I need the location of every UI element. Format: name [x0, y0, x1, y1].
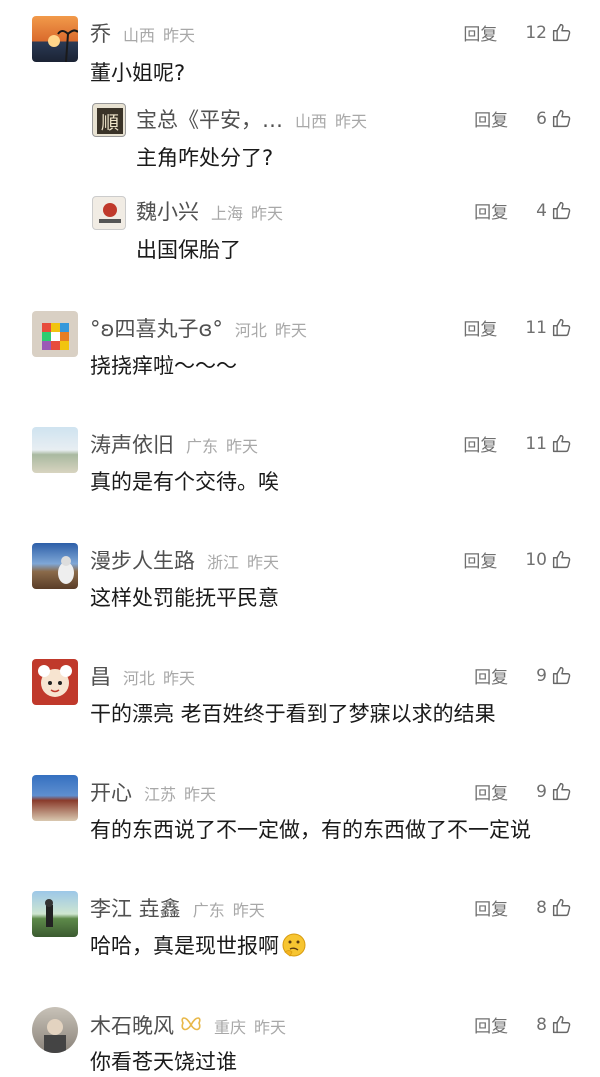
like-count: 6	[536, 108, 547, 129]
avatar[interactable]	[32, 543, 78, 589]
avatar[interactable]	[32, 891, 78, 937]
comment-text: 真的是有个交待。唉	[90, 470, 279, 494]
reply-button[interactable]: 回复	[474, 106, 508, 131]
username[interactable]: 漫步人生路	[90, 545, 195, 575]
timestamp: 昨天	[184, 785, 217, 804]
reply-button[interactable]: 回复	[463, 547, 497, 572]
comment-text: 这样处罚能抚平民意	[90, 586, 279, 610]
comment-header: 乔 山西 昨天	[90, 18, 195, 48]
comment-text-body: 哈哈，真是现世报啊	[90, 934, 279, 958]
butterfly-icon	[181, 1017, 201, 1031]
thumbs-up-icon[interactable]	[551, 549, 572, 570]
region-label: 重庆	[214, 1018, 247, 1037]
region-label: 江苏	[144, 785, 177, 804]
region-label: 山西	[295, 112, 328, 131]
username[interactable]: 魏小兴	[136, 196, 199, 226]
username[interactable]: 宝总《平安，…	[136, 104, 283, 134]
comment-text: 董小姐呢?	[90, 61, 186, 85]
reply-button[interactable]: 回复	[474, 779, 508, 804]
svg-text:順: 順	[101, 113, 119, 134]
reply-button[interactable]: 回复	[474, 1012, 508, 1037]
reply-button[interactable]: 回复	[474, 895, 508, 920]
reply-button[interactable]: 回复	[463, 20, 497, 45]
reply-button[interactable]: 回复	[474, 663, 508, 688]
username[interactable]: 昌	[90, 661, 111, 691]
thumbs-up-icon[interactable]	[551, 433, 572, 454]
comment-text: 挠挠痒啦～～～	[90, 354, 237, 378]
avatar[interactable]	[32, 775, 78, 821]
region-label: 上海	[211, 204, 244, 223]
like-count: 9	[536, 781, 547, 802]
username[interactable]: 木石晚风	[90, 1010, 174, 1040]
thumbs-up-icon[interactable]	[551, 108, 572, 129]
like-count: 10	[525, 549, 547, 570]
timestamp: 昨天	[226, 437, 259, 456]
timestamp: 昨天	[232, 901, 265, 920]
comment-text: 主角咋处分了?	[136, 146, 274, 170]
region-label: 广东	[186, 437, 219, 456]
timestamp: 昨天	[251, 204, 284, 223]
region-label: 河北	[234, 321, 267, 340]
region-label: 山西	[123, 26, 156, 45]
timestamp: 昨天	[163, 669, 196, 688]
timestamp: 昨天	[335, 112, 368, 131]
reply-button[interactable]: 回复	[463, 431, 497, 456]
avatar[interactable]: 順	[92, 103, 126, 137]
avatar[interactable]	[32, 427, 78, 473]
reply-button[interactable]: 回复	[463, 315, 497, 340]
username[interactable]: 李江 垚鑫	[90, 893, 181, 923]
thumbs-up-icon[interactable]	[551, 1014, 572, 1035]
comment-text: 出国保胎了	[136, 238, 241, 262]
comment-text: 你看苍天饶过谁	[90, 1050, 237, 1074]
thumbs-up-icon[interactable]	[551, 781, 572, 802]
like-count: 11	[525, 433, 547, 454]
thinking-face-icon	[282, 933, 306, 957]
like-count: 4	[536, 200, 547, 221]
thumbs-up-icon[interactable]	[551, 665, 572, 686]
avatar[interactable]	[32, 1007, 78, 1053]
like-count: 8	[536, 1014, 547, 1035]
reply-button[interactable]: 回复	[474, 198, 508, 223]
like-count: 12	[525, 22, 547, 43]
username[interactable]: °ʚ四喜丸子ɞ°	[90, 313, 223, 343]
thumbs-up-icon[interactable]	[551, 897, 572, 918]
thumbs-up-icon[interactable]	[551, 317, 572, 338]
timestamp: 昨天	[247, 553, 280, 572]
avatar[interactable]	[32, 16, 78, 62]
like-count: 9	[536, 665, 547, 686]
timestamp: 昨天	[274, 321, 307, 340]
region-label: 浙江	[207, 553, 240, 572]
avatar[interactable]	[92, 196, 126, 230]
thumbs-up-icon[interactable]	[551, 22, 572, 43]
comment-text: 哈哈，真是现世报啊	[90, 930, 307, 960]
comment-text: 干的漂亮 老百姓终于看到了梦寐以求的结果	[90, 702, 496, 726]
like-count: 8	[536, 897, 547, 918]
region-label: 河北	[123, 669, 156, 688]
like-count: 11	[525, 317, 547, 338]
avatar[interactable]	[32, 659, 78, 705]
timestamp: 昨天	[254, 1018, 287, 1037]
avatar[interactable]	[32, 311, 78, 357]
thumbs-up-icon[interactable]	[551, 200, 572, 221]
username[interactable]: 开心	[90, 777, 132, 807]
region-label: 广东	[192, 901, 225, 920]
timestamp: 昨天	[163, 26, 196, 45]
username[interactable]: 涛声依旧	[90, 429, 174, 459]
username[interactable]: 乔	[90, 18, 111, 48]
comment-text: 有的东西说了不一定做，有的东西做了不一定说	[90, 818, 531, 842]
